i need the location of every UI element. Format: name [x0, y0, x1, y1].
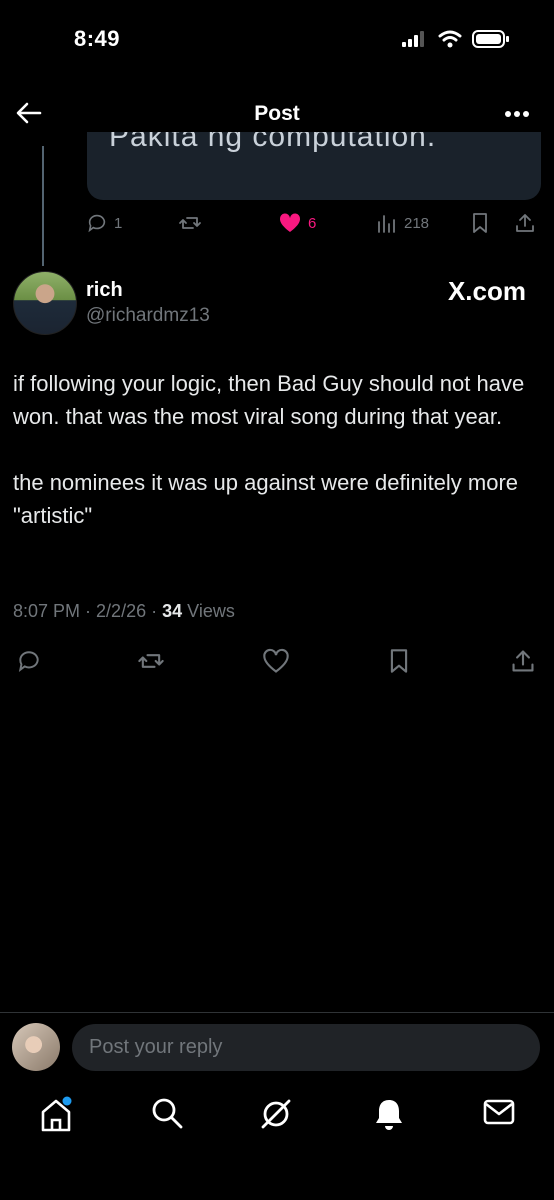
prev-reply-count: 1 — [114, 214, 123, 232]
views-count: 34 — [162, 601, 183, 621]
reply-icon — [88, 214, 106, 233]
reply-icon[interactable] — [16, 648, 42, 674]
post-paragraph: if following your logic, then Bad Guy sh… — [13, 371, 525, 429]
post-actions — [0, 648, 554, 678]
source-watermark: X.com — [447, 276, 526, 306]
user-avatar[interactable] — [12, 1023, 60, 1071]
prev-repost-button[interactable] — [178, 212, 202, 234]
status-icons — [402, 30, 510, 48]
thread-line — [42, 146, 44, 266]
grok-icon[interactable] — [258, 1096, 294, 1132]
prev-reply-button[interactable]: 1 — [86, 212, 122, 234]
battery-icon — [472, 30, 509, 48]
page-title: Post — [254, 102, 300, 125]
heart-icon — [279, 213, 301, 232]
bottom-tab-bar — [0, 1096, 554, 1136]
search-icon[interactable] — [150, 1096, 184, 1130]
share-icon — [516, 214, 534, 232]
prev-post-actions: 1 6 218 — [86, 212, 546, 238]
post-paragraph: the nominees it was up against were defi… — [13, 470, 519, 528]
prev-bookmark-button[interactable] — [470, 212, 490, 234]
post-meta: 8:07 PM · 2/2/26 · 34 Views — [13, 601, 235, 621]
prev-views-count: 218 — [404, 214, 430, 232]
quoted-media-card[interactable]: Pakita ng computation. — [87, 132, 541, 200]
views-icon — [378, 215, 395, 233]
post-body: if following your logic, then Bad Guy sh… — [13, 367, 533, 565]
prev-share-button[interactable] — [514, 212, 536, 234]
signal-icon — [402, 31, 424, 47]
prev-views-button[interactable]: 218 — [376, 212, 429, 234]
repost-icon[interactable] — [137, 648, 165, 674]
views-label: Views — [187, 601, 235, 621]
quoted-media-text: Pakita ng computation. — [109, 132, 437, 153]
heart-icon[interactable] — [262, 648, 290, 674]
divider — [0, 1012, 554, 1013]
bell-icon[interactable] — [372, 1096, 406, 1132]
repost-icon — [179, 217, 201, 229]
author-name[interactable]: rich — [86, 279, 123, 302]
prev-like-count: 6 — [308, 214, 317, 232]
home-icon[interactable] — [38, 1096, 74, 1134]
reply-input[interactable]: Post your reply — [72, 1024, 540, 1071]
wifi-icon — [438, 30, 462, 48]
more-icon[interactable] — [504, 110, 530, 118]
author-avatar[interactable] — [13, 271, 77, 335]
author-handle[interactable]: @richardmz13 — [86, 305, 210, 327]
post-time: 8:07 PM — [13, 601, 81, 621]
post-date: 2/2/26 — [96, 601, 147, 621]
mail-icon[interactable] — [482, 1096, 516, 1128]
share-icon[interactable] — [510, 648, 536, 674]
bookmark-icon — [473, 213, 487, 233]
prev-like-button[interactable]: 6 — [278, 212, 316, 234]
reply-placeholder: Post your reply — [89, 1036, 223, 1058]
status-time: 8:49 — [74, 26, 121, 51]
bookmark-icon[interactable] — [387, 648, 411, 674]
